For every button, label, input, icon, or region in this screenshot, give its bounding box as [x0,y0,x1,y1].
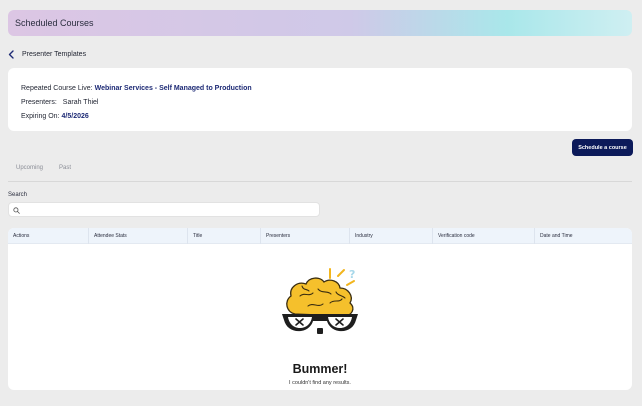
column-header-date-and-time[interactable]: Date and Time [535,228,632,244]
column-header-verification-code[interactable]: Verification code [433,228,535,244]
column-header-presenters[interactable]: Presenters [261,228,350,244]
course-label: Repeated Course Live: [21,85,93,92]
column-header-industry[interactable]: Industry [350,228,433,244]
course-line: Repeated Course Live: Webinar Services -… [21,82,632,96]
expiring-label: Expiring On: [21,113,60,120]
course-name: Webinar Services - Self Managed to Produ… [94,85,252,92]
search-icon [13,201,20,219]
column-header-title[interactable]: Title [188,228,261,244]
courses-table: Actions Attendee Stats Title Presenters … [8,228,632,390]
empty-state-title: Bummer! [292,362,348,376]
tab-upcoming[interactable]: Upcoming [8,160,51,182]
header-banner: Scheduled Courses [8,10,632,36]
search-input[interactable] [23,206,319,213]
table-header: Actions Attendee Stats Title Presenters … [8,228,632,244]
course-info-card: Repeated Course Live: Webinar Services -… [8,68,632,131]
presenters-value: Sarah Thiel [62,99,99,106]
back-link[interactable]: Presenter Templates [8,48,86,60]
back-link-label[interactable]: Presenter Templates [22,51,86,58]
tabs: Upcoming Past [8,160,632,182]
expiring-line: Expiring On: 4/5/2026 [21,110,632,124]
brain-with-glasses-icon: ? [278,266,362,346]
presenters-label: Presenters: [21,99,57,106]
presenters-line: Presenters: Sarah Thiel [21,96,632,110]
tab-past[interactable]: Past [51,160,79,182]
search-label: Search [8,192,28,198]
svg-text:?: ? [349,268,355,281]
chevron-left-icon[interactable] [8,49,16,59]
column-header-actions[interactable]: Actions [8,228,89,244]
column-header-attendee-stats[interactable]: Attendee Stats [89,228,188,244]
search-box[interactable] [8,202,320,217]
empty-state: ? Bummer! I couldn't find any results. [8,244,632,390]
schedule-course-button[interactable]: Schedule a course [572,139,633,156]
expiring-value: 4/5/2026 [61,113,89,120]
empty-state-message: I couldn't find any results. [289,380,351,386]
page-title: Scheduled Courses [15,18,94,28]
